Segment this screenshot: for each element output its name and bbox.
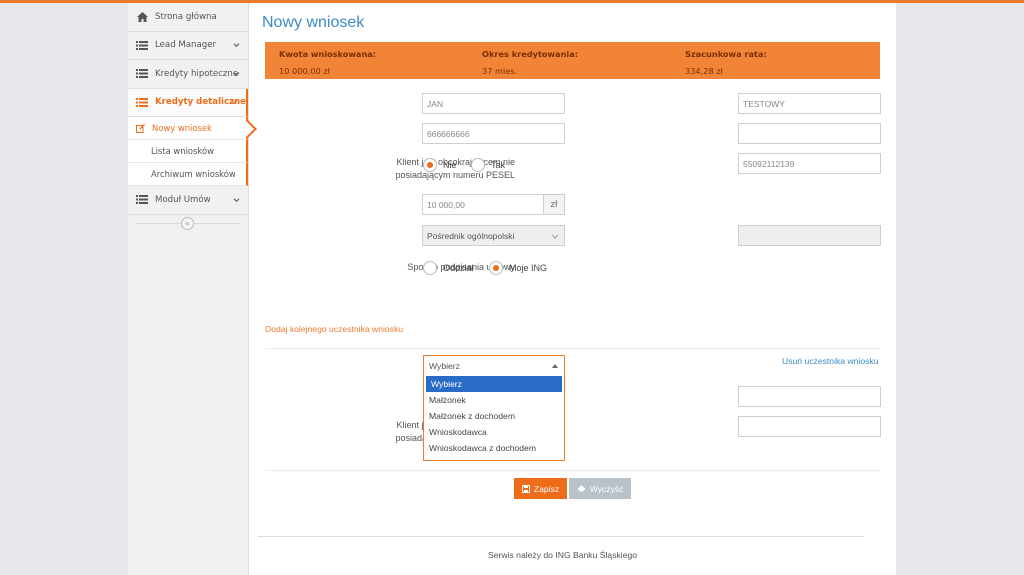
last-name-field[interactable]: TESTOWY — [738, 93, 881, 114]
sidebar-subitem-label: Archiwum wniosków — [151, 169, 236, 179]
add-participant-link[interactable]: Dodaj kolejnego uczestnika wniosku — [265, 324, 403, 334]
radio-label: Moje ING — [509, 263, 548, 273]
role-option[interactable]: Małżonek — [424, 392, 564, 408]
radio-unchecked-icon — [471, 158, 485, 172]
footer-divider — [258, 536, 864, 537]
pesel-field[interactable]: 55092112139 — [738, 153, 881, 174]
role-option[interactable]: Wnioskodawca z dochodem — [424, 440, 564, 456]
footer-text: Serwis należy do ING Banku Śląskiego — [488, 550, 638, 560]
channel-select-value: Pośrednik ogólnopolski — [427, 230, 515, 241]
edit-icon — [136, 123, 145, 133]
banner-amount-label: Kwota wnioskowana: — [279, 49, 377, 59]
caret-up-icon — [552, 364, 558, 368]
sidebar-item-contracts[interactable]: Moduł Umów — [128, 186, 248, 215]
clear-button-label: Wyczyść — [589, 483, 624, 494]
eraser-icon — [577, 485, 586, 492]
chevron-down-icon — [233, 198, 240, 202]
sidebar-item-label: Lead Manager — [155, 40, 217, 51]
sidebar-item-retail-credit[interactable]: Kredyty detaliczne — [128, 88, 248, 117]
sidebar-subitem-archive[interactable]: Archiwum wniosków — [128, 163, 248, 186]
clear-button[interactable]: Wyczyść — [569, 478, 631, 499]
banner-period-label: Okres kredytowania: — [482, 49, 579, 59]
sidebar: Strona główna Lead Manager Kredyty hipot… — [128, 3, 249, 575]
sidebar-collapse-row: « — [128, 215, 248, 231]
chevron-down-icon — [233, 72, 240, 76]
sidebar-item-lead-manager[interactable]: Lead Manager — [128, 32, 248, 60]
sidebar-subitem-label: Nowy wniosek — [152, 123, 212, 133]
loan-amount-field[interactable]: 10 000,00 — [422, 194, 544, 215]
page-title: Nowy wniosek — [262, 14, 365, 31]
first-name-field[interactable]: JAN — [422, 93, 565, 114]
broker-code-field — [738, 225, 881, 246]
radio-unchecked-icon — [423, 261, 437, 275]
sidebar-item-home[interactable]: Strona główna — [128, 3, 248, 32]
role-option[interactable]: Wybierz — [426, 376, 562, 392]
currency-addon: zł — [543, 194, 565, 215]
home-icon — [136, 11, 148, 22]
foreigner-no-radio[interactable]: Nie — [423, 158, 457, 172]
section-divider — [265, 470, 880, 471]
sidebar-subitem-label: Lista wniosków — [151, 146, 214, 156]
chevron-down-icon — [231, 100, 238, 105]
radio-label: Nie — [443, 160, 457, 170]
foreigner-yes-radio[interactable]: Tak — [471, 158, 505, 172]
banner-amount: Kwota wnioskowana: 10 000,00 zł — [279, 49, 376, 76]
sidebar-item-mortgage[interactable]: Kredyty hipoteczne — [128, 60, 248, 89]
list-icon — [136, 97, 148, 107]
banner-rate: Szacunkowa rata: 334,28 zł — [685, 49, 767, 76]
banner-period: Okres kredytowania: 37 mies. — [482, 49, 578, 76]
signing-branch-radio[interactable]: Oddział — [423, 261, 474, 275]
save-button-label: Zapisz — [533, 483, 560, 494]
app-frame: Strona główna Lead Manager Kredyty hipot… — [128, 3, 896, 575]
main-content: Nowy wniosek Kwota wnioskowana: 10 000,0… — [249, 3, 896, 575]
radio-checked-icon — [423, 158, 437, 172]
landline-field[interactable] — [738, 123, 881, 144]
list-icon — [136, 195, 148, 205]
chevron-down-icon — [552, 234, 558, 239]
channel-select: Pośrednik ogólnopolski — [422, 225, 565, 246]
role-option[interactable]: Wnioskodawca — [424, 424, 564, 440]
role-select-value: Wybierz — [429, 360, 460, 371]
banner-period-value: 37 mies. — [482, 66, 518, 76]
save-button[interactable]: Zapisz — [514, 478, 567, 499]
mobile-field[interactable]: 666666666 — [422, 123, 565, 144]
banner-amount-value: 10 000,00 zł — [279, 66, 330, 76]
summary-banner: Kwota wnioskowana: 10 000,00 zł Okres kr… — [265, 42, 880, 79]
save-icon — [521, 484, 530, 493]
sidebar-subitem-new-application[interactable]: Nowy wniosek — [128, 117, 248, 140]
banner-rate-value: 334,28 zł — [685, 66, 723, 76]
role-option[interactable]: Małżonek z dochodem — [424, 408, 564, 424]
chevron-down-icon — [233, 43, 240, 48]
sidebar-item-label: Kredyty hipoteczne — [155, 68, 239, 79]
participant-pesel-field[interactable] — [738, 416, 881, 437]
list-icon — [136, 69, 148, 79]
section-divider — [265, 348, 880, 349]
radio-label: Tak — [491, 160, 506, 170]
radio-checked-icon — [489, 261, 503, 275]
sidebar-item-label: Moduł Umów — [155, 194, 211, 205]
remove-participant-link[interactable]: Usuń uczestnika wniosku — [782, 356, 879, 366]
role-select[interactable]: Wybierz — [423, 355, 565, 376]
signing-myING-radio[interactable]: Moje ING — [489, 261, 547, 275]
banner-rate-label: Szacunkowa rata: — [685, 49, 767, 59]
list-icon — [136, 40, 148, 50]
sidebar-subitem-application-list[interactable]: Lista wniosków — [128, 140, 248, 163]
sidebar-item-label: Strona główna — [155, 11, 217, 22]
collapse-sidebar-button[interactable]: « — [181, 216, 194, 230]
radio-label: Oddział — [443, 263, 474, 273]
role-dropdown-list: Wybierz Małżonek Małżonek z dochodem Wni… — [423, 375, 565, 461]
participant-last-name-field[interactable] — [738, 386, 881, 407]
